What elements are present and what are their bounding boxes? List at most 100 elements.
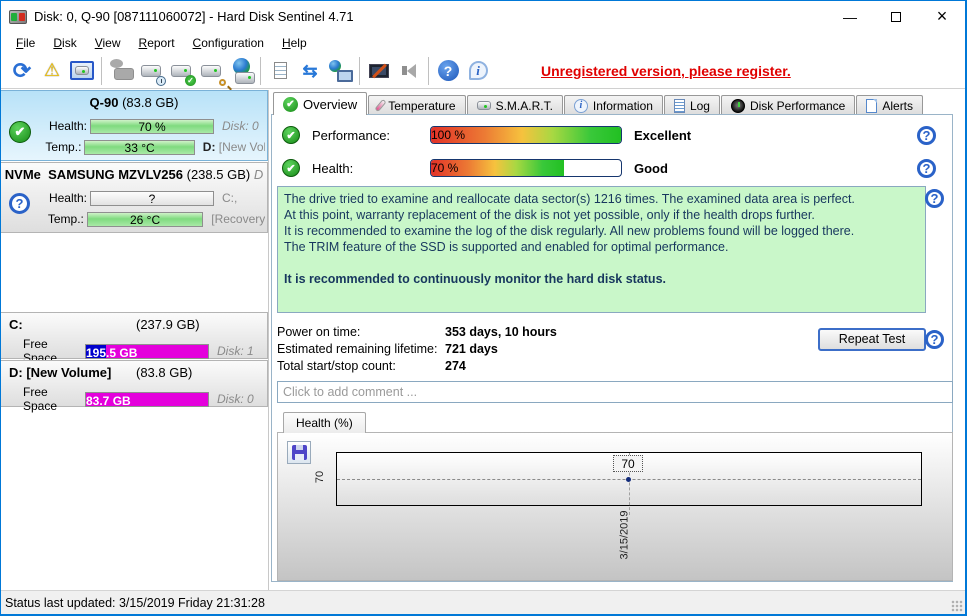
network-monitor-icon [337, 70, 353, 82]
comment-input[interactable] [277, 381, 953, 403]
menu-bar: File Disk View Report Configuration Help [1, 32, 965, 53]
report-button[interactable] [265, 56, 295, 86]
message-line: At this point, warranty replacement of t… [284, 207, 919, 223]
tab-overview[interactable]: ✔Overview [273, 92, 367, 115]
disk-schedule-button[interactable] [136, 56, 166, 86]
health-bar: ? [90, 191, 214, 206]
sync-arrows-icon: ⇆ [302, 62, 317, 80]
free-space-row: Free Space 83.7 GB Disk: 0 [23, 385, 265, 413]
health-bar: 70 % [90, 119, 214, 134]
performance-meter: 100 % [430, 126, 622, 144]
tab-alerts[interactable]: Alerts [856, 95, 923, 115]
chart-plot-area: 70 [336, 452, 922, 506]
maximize-button[interactable] [873, 1, 919, 32]
disk-test-button[interactable]: ✓ [166, 56, 196, 86]
sidebar-disk-q90[interactable]: Q-90 (83.8 GB) ✔ Health: 70 % Disk: 0 Te… [1, 90, 268, 161]
tab-temperature[interactable]: Temperature [368, 95, 465, 115]
performance-rating: Excellent [634, 128, 691, 143]
thermometer-icon [375, 99, 387, 112]
sidebar-disk-nvme[interactable]: NVMe SAMSUNG MZVLV256 (238.5 GB) D ? Hea… [1, 162, 268, 233]
menu-view[interactable]: View [86, 34, 130, 52]
toolbar-separator [359, 57, 360, 85]
remaining-lifetime-row: Estimated remaining lifetime:721 days [277, 342, 498, 358]
maximize-icon [891, 12, 901, 22]
main-body: Q-90 (83.8 GB) ✔ Health: 70 % Disk: 0 Te… [1, 90, 965, 590]
help-button[interactable]: ? [433, 56, 463, 86]
sync-button[interactable]: ⇆ [295, 56, 325, 86]
minimize-button[interactable]: — [827, 1, 873, 32]
disk-display-button[interactable] [67, 56, 97, 86]
speaker-icon [402, 64, 416, 78]
status-message-box[interactable]: The drive tried to examine and reallocat… [277, 186, 926, 313]
chart-tab-health[interactable]: Health (%) [283, 412, 366, 433]
app-window: Disk: 0, Q-90 [087111060072] - Hard Disk… [0, 0, 967, 616]
sidebar-volume-c[interactable]: C: (237.9 GB) Free Space 195.5 GB Disk: … [1, 312, 268, 359]
menu-help[interactable]: Help [273, 34, 316, 52]
resize-grip[interactable] [951, 600, 963, 612]
tab-smart[interactable]: S.M.A.R.T. [467, 95, 563, 115]
ok-icon: ✔ [282, 159, 300, 177]
refresh-icon: ⟳ [13, 60, 31, 82]
free-space-bar: 195.5 GB [85, 344, 209, 359]
message-line: The TRIM feature of the SSD is supported… [284, 239, 919, 255]
disk-temp-row: Temp.: 26 °C [Recovery] [37, 210, 265, 228]
help-icon: ? [438, 60, 459, 81]
message-bold-line: It is recommended to continuously monito… [284, 271, 919, 287]
floppy-save-icon [292, 445, 307, 460]
chart-date-label: 3/15/2019 [618, 511, 630, 560]
volume-size: (237.9 GB) [136, 317, 200, 332]
data-point[interactable] [626, 477, 631, 482]
help-icon[interactable]: ? [925, 330, 944, 349]
menu-configuration[interactable]: Configuration [184, 34, 273, 52]
toolbar-separator [260, 57, 261, 85]
menu-report[interactable]: Report [130, 34, 184, 52]
tab-log[interactable]: Log [664, 95, 720, 115]
help-icon[interactable]: ? [917, 159, 936, 178]
volume-size: (83.8 GB) [136, 365, 192, 380]
log-document-icon [674, 99, 685, 113]
health-row: ✔ Health: 70 % Good ? [282, 158, 944, 178]
health-rating: Good [634, 161, 668, 176]
repeat-test-button[interactable]: Repeat Test [818, 328, 926, 351]
disk-clock-icon [141, 65, 161, 77]
menu-file[interactable]: File [7, 34, 44, 52]
disk-temp-row: Temp.: 33 °C D: [New Volu [37, 138, 265, 156]
window-controls: — × [827, 1, 965, 32]
sidebar-volume-d[interactable]: D: [New Volume] (83.8 GB) Free Space 83.… [1, 360, 268, 407]
online-update-button[interactable] [226, 56, 256, 86]
report-document-icon [274, 62, 287, 79]
disk-magnifier-icon [201, 65, 221, 77]
disk-health-row: Health: 70 % Disk: 0 [37, 117, 265, 135]
menu-disk[interactable]: Disk [44, 34, 85, 52]
window-title: Disk: 0, Q-90 [087111060072] - Hard Disk… [34, 9, 354, 24]
overview-content: ✔ Performance: 100 % Excellent ? ✔ Healt… [271, 114, 953, 582]
unregistered-link[interactable]: Unregistered version, please register. [541, 63, 791, 79]
performance-row: ✔ Performance: 100 % Excellent ? [282, 125, 944, 145]
refresh-button[interactable]: ⟳ [7, 56, 37, 86]
tab-information[interactable]: iInformation [564, 95, 663, 115]
info-button[interactable]: i [463, 56, 493, 86]
detect-disks-button-disabled [106, 56, 136, 86]
help-icon[interactable]: ? [925, 189, 944, 208]
pc-screwdriver-icon [369, 64, 389, 78]
status-bar: Status last updated: 3/15/2019 Friday 21… [1, 590, 965, 614]
alerts-warning-button[interactable]: ⚠ [37, 56, 67, 86]
health-chart-panel: 70 70 3/15/2019 [277, 432, 953, 581]
hardware-tools-button[interactable] [364, 56, 394, 86]
temp-bar: 26 °C [87, 212, 203, 227]
sound-button[interactable] [394, 56, 424, 86]
power-on-time-row: Power on time:353 days, 10 hours [277, 325, 557, 341]
tab-disk-performance[interactable]: Disk Performance [721, 95, 855, 115]
close-button[interactable]: × [919, 1, 965, 32]
save-chart-button[interactable] [287, 441, 311, 464]
help-icon[interactable]: ? [917, 126, 936, 145]
volume-name: C: [9, 317, 23, 332]
volume-name: D: [New Volume] [9, 365, 111, 380]
page-icon [866, 99, 877, 113]
disabled-disk-icon [110, 59, 123, 68]
info-icon: i [469, 61, 488, 80]
message-line: The drive tried to examine and reallocat… [284, 191, 919, 207]
network-remote-button[interactable] [325, 56, 355, 86]
disk-unknown-icon: ? [9, 193, 30, 214]
disk-surface-scan-button[interactable] [196, 56, 226, 86]
